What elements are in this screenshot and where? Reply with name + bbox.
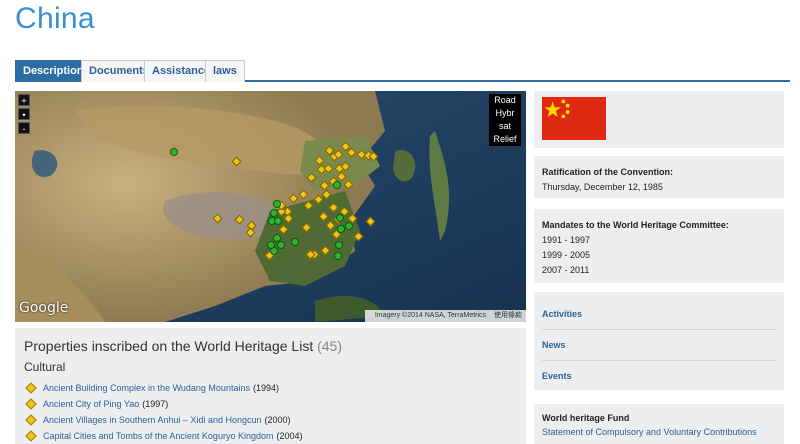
natural-site-marker[interactable] [291,238,299,246]
cultural-site-icon [25,430,37,442]
news-link[interactable]: News [542,330,776,361]
links-box: Activities News Events [534,292,784,390]
zoom-in-button[interactable]: + [18,94,30,106]
ratification-box: Ratification of the Convention: Thursday… [534,156,784,198]
map-type-relief[interactable]: Relief [489,133,521,146]
terms-link[interactable]: 使用條款 [494,312,522,319]
natural-site-marker[interactable] [337,225,345,233]
properties-heading: Properties inscribed on the World Herita… [24,338,517,354]
mandates-label: Mandates to the World Heritage Committee… [542,220,729,230]
properties-count: (45) [317,338,343,354]
map-type-control: Road Hybr sat Relief [489,94,521,146]
tab-bar: Description Documents Assistance laws [15,60,790,82]
imagery-credit: Imagery ©2014 NASA, TerraMetrics [374,312,487,319]
flag-box [534,91,784,148]
map-type-satellite[interactable]: sat [489,120,521,133]
map-type-hybrid[interactable]: Hybr [489,107,521,120]
mandate-period: 1999 - 2005 [542,250,591,260]
properties-heading-text: Properties inscribed on the World Herita… [24,338,314,354]
zoom-out-button[interactable]: - [18,122,30,134]
category-cultural: Cultural [24,360,66,374]
property-year: (2004) [276,431,303,441]
natural-site-marker[interactable] [333,181,341,189]
natural-site-marker[interactable] [273,200,281,208]
map-attribution: Imagery ©2014 NASA, TerraMetrics 使用條款 [364,310,526,322]
natural-site-marker[interactable] [335,241,343,249]
natural-site-marker[interactable] [345,222,353,230]
property-year: (2000) [264,415,291,425]
property-link[interactable]: Ancient Building Complex in the Wudang M… [43,380,250,396]
contributions-link[interactable]: Statement of Compulsory and Voluntary Co… [542,427,776,437]
fund-label: World heritage Fund [542,413,630,423]
property-link[interactable]: Ancient City of Ping Yao [43,396,139,412]
natural-site-marker[interactable] [277,241,285,249]
google-logo: Google [19,300,69,316]
natural-site-marker[interactable] [267,241,275,249]
zoom-reset-button[interactable]: • [18,108,30,120]
ratification-label: Ratification of the Convention: [542,167,673,177]
satellite-imagery [15,91,526,322]
events-link[interactable]: Events [542,361,776,391]
mandate-period: 1991 - 1997 [542,235,591,245]
property-link[interactable]: Capital Cities and Tombs of the Ancient … [43,428,273,444]
tab-laws[interactable]: laws [205,60,245,82]
property-year: (1997) [142,399,169,409]
cultural-site-icon [25,414,37,426]
list-item: Ancient Building Complex in the Wudang M… [24,380,517,396]
cultural-site-icon [25,382,37,394]
page-title: China [15,2,95,35]
map-type-road[interactable]: Road [489,94,521,107]
property-year: (1994) [252,383,279,393]
china-flag-icon [542,97,606,140]
natural-site-marker[interactable] [334,252,342,260]
natural-site-marker[interactable] [270,209,278,217]
fund-box: World heritage Fund Statement of Compuls… [534,404,784,444]
mandates-box: Mandates to the World Heritage Committee… [534,209,784,283]
natural-site-marker[interactable] [274,217,282,225]
natural-site-marker[interactable] [170,148,178,156]
property-link[interactable]: Ancient Villages in Southern Anhui – Xid… [43,412,262,428]
mandate-period: 2007 - 2011 [542,265,590,275]
ratification-date: Thursday, December 12, 1985 [542,182,663,192]
natural-site-marker[interactable] [336,214,344,222]
list-item: Ancient Villages in Southern Anhui – Xid… [24,412,517,428]
cultural-site-icon [25,398,37,410]
list-item: Capital Cities and Tombs of the Ancient … [24,428,517,444]
list-item: Ancient City of Ping Yao (1997) [24,396,517,412]
heritage-properties-panel: Properties inscribed on the World Herita… [15,328,526,444]
heritage-map[interactable]: + • - Road Hybr sat Relief Google Imager… [15,91,526,322]
activities-link[interactable]: Activities [542,299,776,330]
